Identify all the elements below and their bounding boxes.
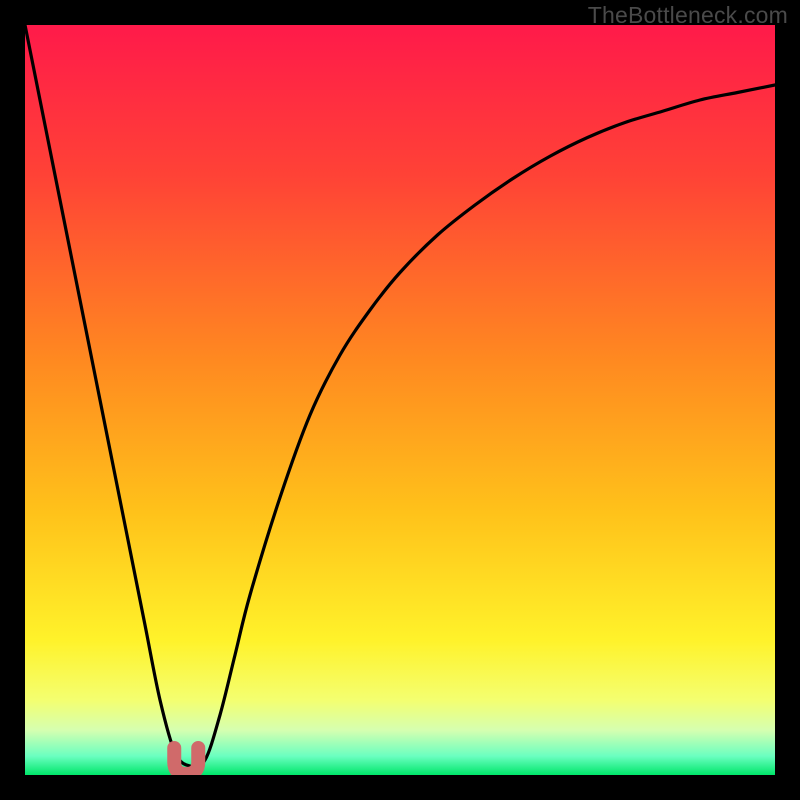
chart-frame: TheBottleneck.com	[0, 0, 800, 800]
plot-area	[25, 25, 775, 775]
watermark-text: TheBottleneck.com	[588, 2, 788, 29]
minimum-marker	[174, 748, 198, 774]
bottleneck-curve	[25, 25, 775, 775]
